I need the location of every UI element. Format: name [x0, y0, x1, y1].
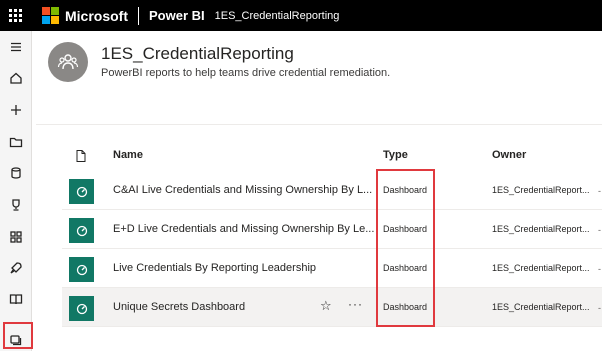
product-label[interactable]: Power BI	[149, 8, 205, 23]
table-row[interactable]: Live Credentials By Reporting Leadership…	[62, 249, 602, 288]
table-row[interactable]: C&AI Live Credentials and Missing Owners…	[62, 171, 602, 210]
breadcrumb[interactable]: 1ES_CredentialReporting	[215, 10, 340, 22]
app-launcher-icon[interactable]	[0, 0, 30, 31]
folder-icon[interactable]	[0, 130, 32, 154]
dashboard-icon	[69, 179, 94, 204]
dashboard-icon	[69, 296, 94, 321]
dashboard-icon	[69, 218, 94, 243]
dashboard-icon	[69, 257, 94, 282]
table-row[interactable]: Unique Secrets Dashboard ☆ ··· Dashboard…	[62, 288, 602, 327]
favorite-star-icon[interactable]: ☆	[320, 298, 332, 314]
file-type-icon	[76, 149, 86, 167]
column-header-owner[interactable]: Owner	[492, 149, 526, 161]
apps-icon[interactable]	[0, 225, 32, 249]
page-title: 1ES_CredentialReporting	[101, 44, 294, 63]
rocket-icon[interactable]	[0, 256, 32, 280]
top-bar: Microsoft Power BI 1ES_CredentialReporti…	[0, 0, 602, 31]
item-owner: 1ES_CredentialReport...	[492, 185, 590, 195]
workspace-description: PowerBI reports to help teams drive cred…	[101, 67, 391, 79]
item-trailing-value: -	[598, 303, 601, 313]
type-column-highlight-box	[376, 169, 435, 327]
item-owner: 1ES_CredentialReport...	[492, 263, 590, 273]
book-icon[interactable]	[0, 287, 32, 311]
workspace-avatar	[48, 42, 88, 82]
microsoft-logo-icon	[42, 7, 59, 24]
hamburger-icon[interactable]	[0, 35, 32, 59]
item-name-link[interactable]: Unique Secrets Dashboard	[113, 301, 245, 313]
people-group-icon	[57, 54, 79, 70]
home-icon[interactable]	[0, 66, 32, 90]
item-trailing-value: -	[598, 186, 601, 196]
item-owner: 1ES_CredentialReport...	[492, 224, 590, 234]
column-header-name[interactable]: Name	[113, 149, 143, 161]
item-owner: 1ES_CredentialReport...	[492, 302, 590, 312]
plus-icon[interactable]	[0, 98, 32, 122]
item-trailing-value: -	[598, 225, 601, 235]
column-header-type[interactable]: Type	[383, 149, 408, 161]
topbar-divider	[138, 6, 139, 25]
item-trailing-value: -	[598, 264, 601, 274]
database-icon[interactable]	[0, 161, 32, 185]
table-row[interactable]: E+D Live Credentials and Missing Ownersh…	[62, 210, 602, 249]
trophy-icon[interactable]	[0, 193, 32, 217]
more-options-button[interactable]: ···	[348, 297, 363, 311]
item-name-link[interactable]: C&AI Live Credentials and Missing Owners…	[113, 184, 372, 196]
header-divider	[36, 124, 602, 125]
item-name-link[interactable]: E+D Live Credentials and Missing Ownersh…	[113, 223, 374, 235]
left-nav-rail	[0, 31, 32, 351]
rail-highlight-box	[3, 322, 33, 349]
brand-label[interactable]: Microsoft	[65, 8, 128, 24]
item-name-link[interactable]: Live Credentials By Reporting Leadership	[113, 262, 316, 274]
